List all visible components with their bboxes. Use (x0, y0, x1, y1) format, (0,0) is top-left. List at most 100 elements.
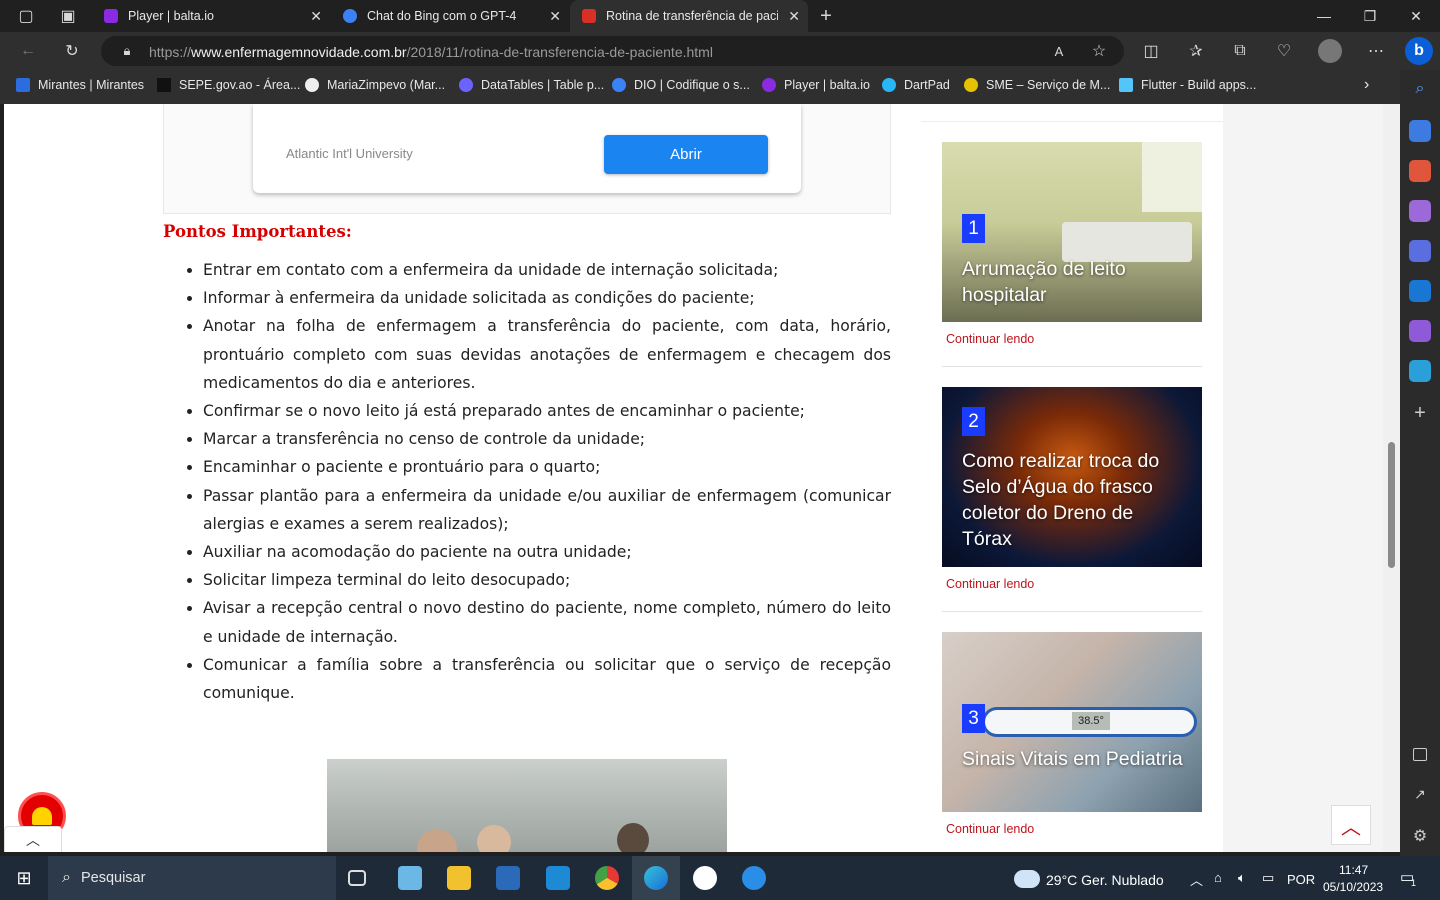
post-title[interactable]: Sinais Vitais em Pediatria (962, 746, 1187, 772)
ad-card[interactable]: Atlantic Int'l University Abrir (253, 104, 801, 193)
divider (942, 366, 1202, 367)
edge-icon[interactable] (644, 866, 668, 890)
restore-button[interactable]: ❐ (1347, 0, 1393, 32)
close-icon[interactable]: ✕ (310, 8, 322, 25)
bookmark-flutter[interactable]: Flutter - Build apps... (1119, 78, 1256, 92)
vscode-icon[interactable] (546, 866, 570, 890)
weather-text[interactable]: 29°C Ger. Nublado (1046, 872, 1164, 888)
bookmark-label: DartPad (904, 78, 950, 92)
new-tab-button[interactable]: + (814, 4, 838, 28)
bookmark-dartpad[interactable]: DartPad (882, 78, 950, 92)
ad-container: Atlantic Int'l University Abrir (163, 104, 891, 214)
powershell-icon[interactable] (496, 866, 520, 890)
split-screen-icon[interactable]: ◫ (1139, 39, 1163, 63)
bing-copilot-icon[interactable]: b (1405, 37, 1433, 65)
collections-icon[interactable]: ⧉ (1228, 39, 1252, 63)
minimize-button[interactable]: — (1301, 0, 1347, 32)
sidebar-toggle-icon[interactable] (1413, 748, 1427, 761)
favorites-icon[interactable]: ✰ (1184, 39, 1208, 63)
performance-icon[interactable]: ♡ (1272, 39, 1296, 63)
continue-reading-link[interactable]: Continuar lendo (946, 822, 1034, 836)
page-scrollbar[interactable] (1383, 104, 1400, 852)
bookmark-github[interactable]: MariaZimpevo (Mar... (305, 78, 445, 92)
popular-post-card[interactable]: 2 Como realizar troca do Selo d’Água do … (942, 387, 1202, 567)
bookmark-label: DataTables | Table p... (481, 78, 605, 92)
profile-avatar[interactable] (1318, 39, 1342, 63)
app-store-icon[interactable] (693, 866, 717, 890)
bookmark-datatables[interactable]: DataTables | Table p... (459, 78, 604, 92)
bookmarks-overflow-chevron-icon[interactable]: › (1364, 76, 1369, 94)
display-icon[interactable]: ▭ (1262, 870, 1274, 886)
clock-date[interactable]: 05/10/2023 (1323, 880, 1383, 894)
read-aloud-icon[interactable]: A (1047, 39, 1071, 63)
show-hidden-icons-chevron-icon[interactable]: ︿ (1190, 870, 1203, 889)
shopping-icon[interactable] (1409, 120, 1431, 142)
bookmark-label: SME – Serviço de M... (986, 78, 1111, 92)
flutter-icon (1119, 78, 1133, 92)
back-icon[interactable]: ← (16, 39, 40, 63)
network-icon[interactable]: ⌂ (1214, 870, 1222, 885)
close-icon[interactable]: ✕ (549, 8, 561, 25)
bookmark-dio[interactable]: DIO | Codifique o s... (612, 78, 750, 92)
bookmark-sepe[interactable]: SEPE.gov.ao - Área... (157, 78, 300, 92)
volume-icon[interactable]: 🔈︎ (1238, 870, 1246, 886)
list-item: Auxiliar na acomodação do paciente na ou… (203, 538, 891, 566)
bookmark-sme[interactable]: SME – Serviço de M... (964, 78, 1110, 92)
bookmark-balta[interactable]: Player | balta.io (762, 78, 870, 92)
tab-actions-icon[interactable]: ▣ (56, 4, 80, 28)
scrollbar-thumb[interactable] (1388, 442, 1395, 568)
clock-time[interactable]: 11:47 (1339, 863, 1368, 877)
close-window-button[interactable]: ✕ (1393, 0, 1439, 32)
back-to-top-chevron-icon[interactable]: ︿ (1331, 805, 1371, 845)
microsoft-365-icon[interactable] (1409, 240, 1431, 262)
tools-icon[interactable] (1409, 160, 1431, 182)
post-title[interactable]: Como realizar troca do Selo d’Água do fr… (962, 448, 1187, 552)
rank-badge: 2 (962, 407, 985, 436)
notepad-icon[interactable] (398, 866, 422, 890)
games-icon[interactable] (1409, 200, 1431, 222)
navigation-toolbar: ← ↻ 🔒︎ https://www.enfermagemnovidade.co… (0, 32, 1440, 70)
designer-icon[interactable] (1409, 320, 1431, 342)
language-indicator[interactable]: POR (1287, 872, 1315, 887)
list-item: Solicitar limpeza terminal do leito deso… (203, 566, 891, 594)
add-icon[interactable]: + (1409, 403, 1431, 425)
continue-reading-link[interactable]: Continuar lendo (946, 332, 1034, 346)
task-view-icon[interactable] (348, 870, 366, 886)
ad-open-button[interactable]: Abrir (604, 135, 768, 174)
file-explorer-icon[interactable] (447, 866, 471, 890)
tab-bing-chat[interactable]: Chat do Bing com o GPT-4 ✕ (331, 0, 569, 32)
tab-title: Rotina de transferência de pacie (606, 9, 778, 23)
more-menu-icon[interactable]: ⋯ (1364, 39, 1388, 63)
popular-post-card[interactable]: 38.5° 3 Sinais Vitais em Pediatria (942, 632, 1202, 812)
windows-start-icon[interactable]: ⊞ (12, 866, 36, 890)
favorite-star-icon[interactable]: ☆ (1087, 39, 1111, 63)
close-icon[interactable]: ✕ (788, 8, 800, 25)
list-item: Encaminhar o paciente e prontuário para … (203, 453, 891, 481)
github-icon (305, 78, 319, 92)
list-item: Confirmar se o novo leito já está prepar… (203, 397, 891, 425)
address-bar[interactable]: 🔒︎ https://www.enfermagemnovidade.com.br… (101, 36, 1124, 66)
open-external-icon[interactable]: ↗ (1409, 786, 1431, 808)
tab-player-balta[interactable]: Player | balta.io ✕ (92, 0, 330, 32)
weather-cloud-icon (1014, 870, 1040, 888)
collapse-chevron-up-icon[interactable]: ︿ (4, 826, 62, 852)
photo-person (417, 829, 457, 852)
lock-icon[interactable]: 🔒︎ (115, 39, 139, 63)
list-item: Comunicar a família sobre a transferênci… (203, 651, 891, 707)
taskbar-search[interactable]: ⌕ Pesquisar (48, 856, 336, 900)
bookmark-mirantes[interactable]: Mirantes | Mirantes (16, 78, 144, 92)
list-item: Avisar a recepção central o novo destino… (203, 594, 891, 650)
app-icon[interactable] (742, 866, 766, 890)
drop-icon[interactable] (1409, 360, 1431, 382)
continue-reading-link[interactable]: Continuar lendo (946, 577, 1034, 591)
chrome-icon[interactable] (595, 866, 619, 890)
workspaces-icon[interactable]: ▢ (14, 4, 38, 28)
tab-rotina-transferencia[interactable]: Rotina de transferência de pacie ✕ (570, 0, 808, 32)
popular-post-card[interactable]: 1 Arrumação de leito hospitalar (942, 142, 1202, 322)
post-title[interactable]: Arrumação de leito hospitalar (962, 256, 1187, 308)
outlook-icon[interactable] (1409, 280, 1431, 302)
search-icon[interactable]: ⌕ (1409, 80, 1431, 102)
url-path: /2018/11/rotina-de-transferencia-de-paci… (406, 44, 713, 60)
refresh-icon[interactable]: ↻ (60, 39, 84, 63)
settings-gear-icon[interactable]: ⚙ (1409, 826, 1431, 848)
